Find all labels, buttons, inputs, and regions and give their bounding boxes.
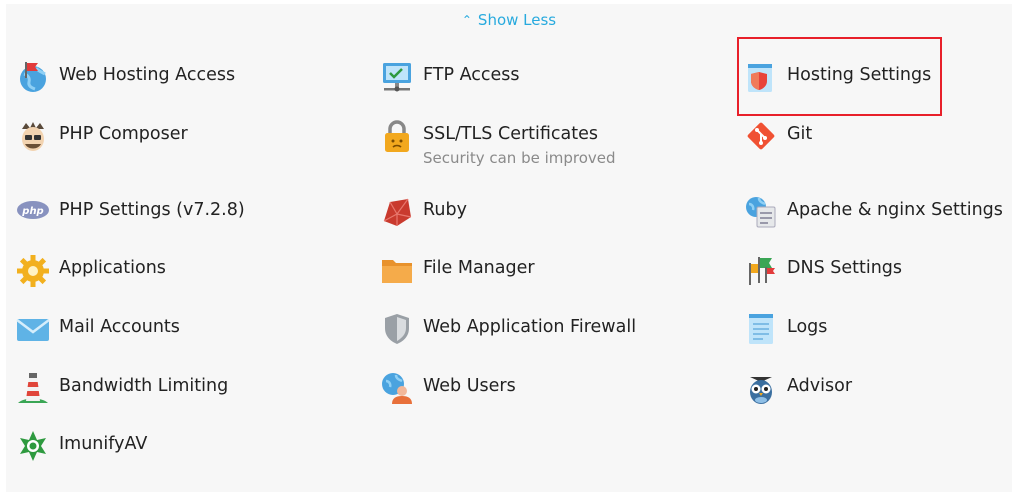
tool-mail-accounts[interactable]: Mail Accounts bbox=[16, 312, 180, 346]
lighthouse-icon bbox=[16, 371, 50, 405]
ruby-icon bbox=[380, 195, 414, 229]
tool-php-settings[interactable]: php PHP Settings (v7.2.8) bbox=[16, 195, 245, 229]
show-less-label: Show Less bbox=[477, 11, 557, 29]
tool-label: Advisor bbox=[787, 376, 853, 396]
tool-sublabel: Security can be improved bbox=[423, 149, 616, 167]
tool-web-application-firewall[interactable]: Web Application Firewall bbox=[380, 312, 636, 346]
folder-icon bbox=[380, 253, 414, 287]
tool-web-users[interactable]: Web Users bbox=[380, 371, 516, 405]
tool-label: Web Users bbox=[423, 376, 516, 396]
tool-file-manager[interactable]: File Manager bbox=[380, 253, 535, 287]
tool-label: SSL/TLS Certificates bbox=[423, 124, 598, 144]
ftp-monitor-icon bbox=[380, 60, 414, 94]
tool-label: Applications bbox=[59, 258, 166, 278]
server-globe-icon bbox=[744, 195, 778, 229]
tool-apache-nginx-settings[interactable]: Apache & nginx Settings bbox=[744, 195, 1003, 229]
tool-hosting-settings[interactable]: Hosting Settings bbox=[744, 60, 931, 94]
tool-label: Mail Accounts bbox=[59, 317, 180, 337]
tool-advisor[interactable]: Advisor bbox=[744, 371, 852, 405]
composer-icon bbox=[16, 119, 50, 153]
tool-label: Web Application Firewall bbox=[423, 317, 637, 337]
tool-dns-settings[interactable]: DNS Settings bbox=[744, 253, 902, 287]
log-document-icon bbox=[744, 312, 778, 346]
tool-ssl-tls-certificates[interactable]: SSL/TLS Certificates Security can be imp… bbox=[380, 119, 616, 167]
tool-label: PHP Settings (v7.2.8) bbox=[59, 200, 245, 220]
tool-git[interactable]: Git bbox=[744, 119, 812, 153]
tool-label: Bandwidth Limiting bbox=[59, 376, 229, 396]
owl-icon bbox=[744, 371, 778, 405]
tool-label: Hosting Settings bbox=[787, 65, 932, 85]
tool-web-hosting-access[interactable]: Web Hosting Access bbox=[16, 60, 235, 94]
tool-logs[interactable]: Logs bbox=[744, 312, 827, 346]
tool-label: Git bbox=[787, 124, 813, 144]
tool-php-composer[interactable]: PHP Composer bbox=[16, 119, 188, 153]
git-icon bbox=[744, 119, 778, 153]
tool-label: FTP Access bbox=[423, 65, 520, 85]
tool-label: File Manager bbox=[423, 258, 535, 278]
chevron-up-icon: ⌃ bbox=[461, 13, 472, 27]
tool-ruby[interactable]: Ruby bbox=[380, 195, 467, 229]
web-user-icon bbox=[380, 371, 414, 405]
shield-icon bbox=[380, 312, 414, 346]
tool-applications[interactable]: Applications bbox=[16, 253, 166, 287]
php-icon: php bbox=[16, 195, 50, 229]
tool-label: ImunifyAV bbox=[59, 434, 148, 454]
tool-imunifyav[interactable]: ImunifyAV bbox=[16, 429, 147, 463]
tool-ftp-access[interactable]: FTP Access bbox=[380, 60, 519, 94]
dns-flags-icon bbox=[744, 253, 778, 287]
gear-icon bbox=[16, 253, 50, 287]
tool-label: Apache & nginx Settings bbox=[787, 200, 1003, 220]
tool-label: Ruby bbox=[423, 200, 467, 220]
imunify-icon bbox=[16, 429, 50, 463]
tool-label: Web Hosting Access bbox=[59, 65, 236, 85]
tool-label: PHP Composer bbox=[59, 124, 188, 144]
tool-label: DNS Settings bbox=[787, 258, 903, 278]
envelope-icon bbox=[16, 312, 50, 346]
show-less-link[interactable]: ⌃ Show Less bbox=[0, 11, 1018, 29]
hosting-settings-icon bbox=[744, 60, 778, 94]
svg-text:php: php bbox=[21, 206, 43, 217]
globe-flag-icon bbox=[16, 60, 50, 94]
tool-label: Logs bbox=[787, 317, 828, 337]
tool-bandwidth-limiting[interactable]: Bandwidth Limiting bbox=[16, 371, 228, 405]
padlock-icon bbox=[380, 119, 414, 153]
